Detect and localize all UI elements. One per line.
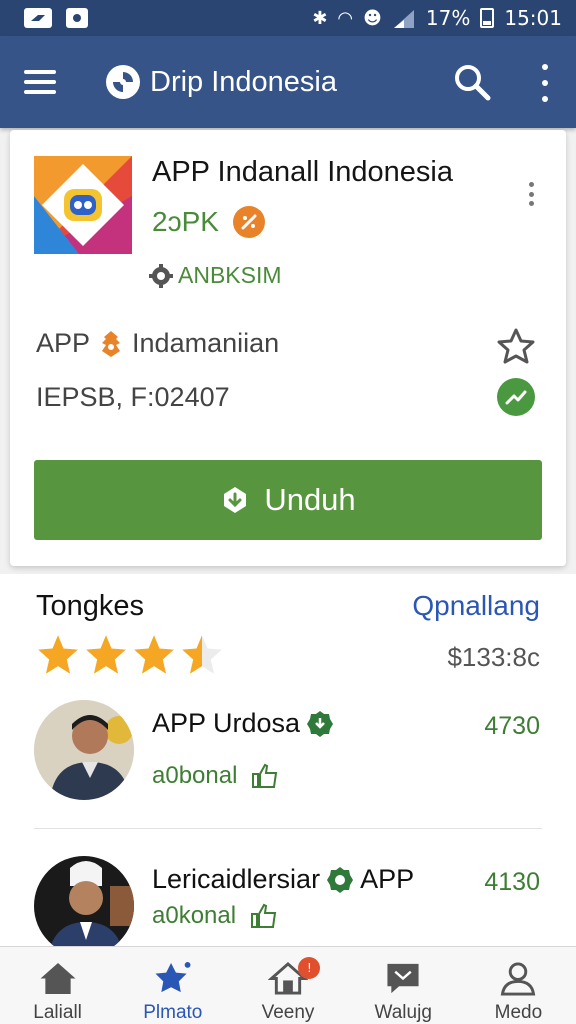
wifi-icon: ◠	[337, 7, 354, 29]
nav-label: Medo	[494, 1002, 543, 1023]
star-badge-icon	[155, 961, 191, 993]
reviews-link[interactable]: Qpnallang	[412, 590, 540, 622]
reviewer-name: APP Urdosa	[152, 708, 334, 739]
price-label: $133:8c	[447, 642, 540, 672]
nav-item-profile[interactable]: Medo	[461, 947, 576, 1024]
nav-item-updates[interactable]: ! Veeny	[230, 947, 345, 1024]
verified-badge-icon	[327, 866, 354, 893]
reviewer-name-text: APP Urdosa	[152, 708, 301, 738]
app-icon[interactable]	[34, 156, 132, 254]
person-icon	[501, 962, 536, 996]
version-info: IEPSB, F:02407	[36, 382, 230, 412]
battery-icon	[480, 8, 495, 28]
image-notification-icon	[66, 8, 88, 28]
reviewer-subtitle: a0bonal	[152, 762, 238, 789]
nav-item-messages[interactable]: Walujg	[346, 947, 461, 1024]
star-full-icon	[86, 635, 126, 674]
signal-icon	[393, 10, 414, 28]
battery-percent: 17%	[425, 6, 471, 30]
rating-stars	[36, 632, 224, 676]
emoji-icon: ☻	[363, 7, 382, 29]
category-row: APP Indamaniian	[36, 328, 279, 359]
avatar	[34, 700, 134, 800]
message-icon	[387, 963, 419, 994]
thumbs-up-icon[interactable]	[251, 763, 279, 789]
menu-icon[interactable]	[0, 36, 80, 128]
home-icon	[40, 962, 76, 995]
nav-label: Walujg	[374, 1002, 432, 1023]
review-item[interactable]: APP Urdosa 4730 a0bonal	[0, 700, 576, 820]
nav-label: Plmato	[143, 1002, 203, 1023]
more-vert-icon[interactable]	[530, 64, 560, 102]
category-name: Indamaniian	[132, 328, 280, 358]
star-full-icon	[38, 635, 78, 674]
star-half-icon	[182, 635, 222, 674]
category-label: APP	[36, 328, 91, 358]
reviewer-name: Lericaidlersiar APP	[152, 864, 414, 895]
bottom-navigation: Laliall Plmato ! Veeny Walujg Medo	[0, 946, 576, 1024]
verified-badge-icon	[307, 710, 334, 737]
download-icon	[224, 487, 247, 513]
download-button[interactable]: Unduh	[34, 460, 542, 540]
thumbs-up-icon[interactable]	[250, 903, 278, 929]
card-more-icon[interactable]	[526, 182, 536, 206]
reviews-section: Tongkes Qpnallang $133:8c APP Urdosa 473…	[0, 574, 576, 956]
app-detail-card: APP Indanall Indonesia 2ɔPK ANBKSIM APP …	[10, 130, 566, 566]
avatar	[34, 856, 134, 956]
notification-badge: !	[298, 957, 321, 979]
search-icon[interactable]	[452, 62, 492, 102]
download-label: Unduh	[264, 482, 356, 517]
app-name: APP Indanall Indonesia	[152, 156, 453, 188]
size-row: 2ɔPK	[152, 206, 265, 238]
trending-icon	[497, 378, 535, 416]
star-full-icon	[134, 635, 174, 674]
reviewer-badge-text: APP	[360, 864, 415, 894]
app-size: 2ɔPK	[152, 206, 219, 237]
nav-label: Veeny	[261, 1002, 315, 1023]
gear-icon	[149, 263, 173, 288]
review-count: 4730	[484, 712, 540, 740]
review-sub-row: a0konal	[152, 902, 278, 930]
reviewer-name-text: Lericaidlersiar	[152, 864, 321, 894]
divider	[34, 828, 542, 829]
app-title: Drip Indonesia	[150, 65, 337, 98]
nav-item-home[interactable]: Laliall	[0, 947, 115, 1024]
app-logo-icon	[106, 65, 140, 99]
nav-item-featured[interactable]: Plmato	[115, 947, 230, 1024]
nav-label: Laliall	[33, 1002, 82, 1023]
reviews-title: Tongkes	[36, 590, 145, 622]
developer-name: ANBKSIM	[178, 262, 282, 288]
app-bar: Drip Indonesia	[0, 36, 576, 128]
review-count: 4130	[484, 868, 540, 896]
clock: 15:01	[504, 6, 562, 30]
notification-icon	[24, 8, 52, 28]
developer-row[interactable]: ANBKSIM	[148, 262, 282, 289]
review-sub-row: a0bonal	[152, 762, 279, 790]
status-bar: ✱ ◠ ☻ 17% 15:01	[0, 0, 576, 36]
reviewer-subtitle: a0konal	[152, 902, 237, 929]
bluetooth-icon: ✱	[312, 7, 328, 29]
tools-icon	[232, 206, 265, 238]
star-outline-icon[interactable]	[496, 326, 536, 366]
category-icon	[102, 330, 121, 357]
